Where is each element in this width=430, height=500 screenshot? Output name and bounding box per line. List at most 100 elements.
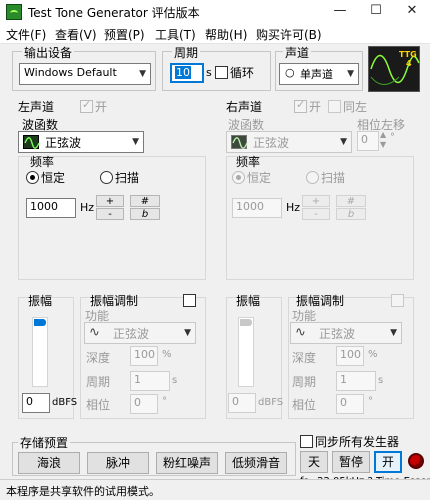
right-freq-sharp-button[interactable]: # (336, 195, 366, 207)
maximize-button[interactable]: ☐ (358, 0, 394, 24)
close-button[interactable]: ✕ (394, 0, 430, 24)
chevron-down-icon: ▼ (390, 328, 397, 338)
chevron-down-icon: ▼ (139, 69, 146, 79)
sky-button[interactable]: 天 (300, 451, 328, 473)
left-depth-input[interactable]: 100 (130, 346, 158, 366)
right-amp-unit: dBFS (258, 397, 284, 408)
left-freq-unit: Hz (80, 201, 95, 214)
right-sweep-radio[interactable] (306, 171, 319, 184)
right-freq-minus-button[interactable]: - (302, 208, 330, 220)
period-label: 周期 (172, 44, 201, 61)
left-freq-sharp-button[interactable]: # (130, 195, 160, 207)
period-input[interactable]: 10 (170, 63, 204, 83)
mono-icon: ○ (285, 66, 295, 79)
left-func-select[interactable]: ∿ 正弦波 ▼ (84, 322, 196, 344)
right-amp-input[interactable]: 0 (228, 393, 256, 413)
right-func-select[interactable]: ∿ 正弦波 ▼ (290, 322, 402, 344)
right-freq-plus-button[interactable]: + (302, 195, 330, 207)
title-bar: Test Tone Generator 评估版本 — ☐ ✕ (0, 0, 430, 24)
right-amp-slider[interactable] (238, 317, 254, 387)
right-const-label: 恒定 (247, 171, 272, 185)
left-freq-input[interactable]: 1000 (26, 198, 76, 218)
left-phase-input[interactable]: 0 (130, 394, 158, 414)
menu-file[interactable]: 文件(F) (6, 26, 46, 43)
sync-all-label: 同步所有发生器 (315, 435, 400, 449)
left-freq-label: 频率 (30, 155, 55, 169)
minimize-button[interactable]: — (322, 0, 358, 24)
preset-waves-button[interactable]: 海浪 (18, 452, 80, 474)
left-amp-slider[interactable] (32, 317, 48, 387)
app-icon (6, 4, 22, 20)
left-phase-label: 相位 (86, 398, 111, 412)
left-wave-select[interactable]: 正弦波 ▼ (18, 131, 144, 153)
right-phase-shift-input[interactable]: 0 (357, 131, 379, 151)
right-wave-value: 正弦波 (253, 136, 290, 150)
left-sweep-label: 扫描 (115, 171, 140, 185)
right-am-checkbox[interactable] (391, 294, 404, 307)
chevron-down-icon: ▼ (340, 137, 347, 147)
right-same-label: 同左 (343, 100, 368, 114)
status-bar: 本程序是共享软件的试用模式。 (0, 479, 430, 500)
left-period-unit: s (172, 375, 178, 386)
menu-buy-license[interactable]: 购买许可(B) (256, 26, 322, 43)
channel-mode-label: 声道 (283, 44, 312, 61)
left-amp-slider-thumb[interactable] (34, 319, 46, 326)
channel-mode-value: 单声道 (300, 68, 333, 81)
left-period-input[interactable]: 1 (130, 371, 170, 391)
pause-button[interactable]: 暂停 (332, 451, 370, 473)
output-device-label: 输出设备 (22, 44, 75, 61)
right-phase-input[interactable]: 0 (336, 394, 364, 414)
channel-mode-select[interactable]: ○ 单声道 ▼ (279, 63, 359, 85)
preset-pink-noise-button[interactable]: 粉红噪声 (156, 452, 218, 474)
menu-tools[interactable]: 工具(T) (155, 26, 196, 43)
right-period-unit: s (378, 375, 384, 386)
right-phase-label: 相位 (292, 398, 317, 412)
sync-all-checkbox[interactable] (300, 435, 313, 448)
left-freq-minus-button[interactable]: - (96, 208, 124, 220)
left-func-value: 正弦波 (113, 327, 150, 341)
preset-pulse-button[interactable]: 脉冲 (87, 452, 149, 474)
right-on-label: 开 (309, 100, 322, 114)
menu-view[interactable]: 查看(V) (55, 26, 97, 43)
ttg-logo: TTG 4 (368, 46, 420, 92)
preset-low-glide-button[interactable]: 低频滑音 (225, 452, 287, 474)
chevron-down-icon: ▼ (132, 137, 139, 147)
right-same-checkbox[interactable] (328, 100, 341, 113)
left-freq-plus-button[interactable]: + (96, 195, 124, 207)
loop-checkbox[interactable] (215, 66, 228, 79)
left-freq-flat-button[interactable]: b (130, 208, 160, 220)
menu-presets[interactable]: 预置(P) (104, 26, 145, 43)
right-phase-shift-up[interactable]: ▲ (380, 130, 386, 139)
right-on-checkbox[interactable] (294, 98, 307, 113)
left-const-radio[interactable] (26, 171, 39, 184)
right-period-input[interactable]: 1 (336, 371, 376, 391)
output-device-select[interactable]: Windows Default ▼ (19, 63, 151, 85)
left-am-checkbox[interactable] (183, 294, 196, 307)
right-const-radio[interactable] (232, 171, 245, 184)
right-phase-shift-down[interactable]: ▼ (380, 140, 386, 149)
start-button[interactable]: 开 (374, 451, 402, 473)
period-unit: s (206, 66, 212, 79)
right-phase-shift-unit: ° (390, 132, 395, 143)
right-amp-slider-thumb[interactable] (240, 319, 252, 326)
menu-help[interactable]: 帮助(H) (205, 26, 247, 43)
right-freq-flat-button[interactable]: b (336, 208, 366, 220)
right-channel-title: 右声道 (226, 100, 263, 114)
window-title: Test Tone Generator 评估版本 (28, 6, 200, 20)
right-depth-unit: % (368, 349, 378, 360)
left-amp-input[interactable]: 0 (22, 393, 50, 413)
loop-label: 循环 (230, 66, 255, 80)
period-value: 10 (175, 66, 191, 79)
right-depth-input[interactable]: 100 (336, 346, 364, 366)
logo-text-1: TTG (399, 50, 417, 59)
presets-label: 存储预置 (18, 434, 71, 451)
right-wave-select[interactable]: 正弦波 ▼ (226, 131, 352, 153)
left-amp-unit: dBFS (52, 397, 78, 408)
left-channel-title: 左声道 (18, 100, 55, 114)
right-freq-input[interactable]: 1000 (232, 198, 282, 218)
left-sweep-radio[interactable] (100, 171, 113, 184)
left-on-checkbox[interactable] (80, 98, 93, 113)
left-phase-unit: ° (162, 396, 167, 407)
output-device-value: Windows Default (24, 66, 117, 79)
left-depth-unit: % (162, 349, 172, 360)
